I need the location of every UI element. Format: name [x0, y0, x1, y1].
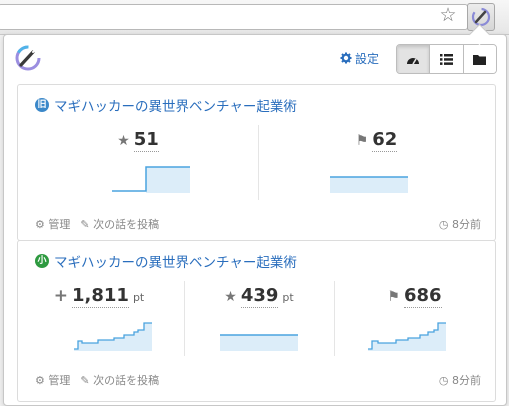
total-points[interactable]: 1,811: [72, 285, 129, 308]
bookmark-icon: ⚑: [355, 133, 369, 149]
star-icon: ★: [117, 133, 130, 149]
gear-icon: [340, 52, 352, 64]
clock-icon: ◷: [438, 218, 449, 231]
list-icon: [439, 53, 453, 65]
folder-view-button[interactable]: [463, 45, 496, 73]
time-label: 8分前: [452, 218, 481, 231]
post-next-label: 次の話を投稿: [93, 374, 160, 387]
favorites-sparkline: [112, 166, 190, 193]
novel-title: マギハッカーの異世界ベンチャー起業術: [54, 255, 297, 271]
browser-toolbar: ☆: [0, 0, 509, 35]
points-unit: pt: [132, 291, 145, 304]
bookmarks-metric: ⚑ 686: [334, 285, 495, 308]
bookmark-icon: ⚑: [387, 289, 400, 305]
extension-popup: 設定 旧 マギハッカーの異世界ベンチャー起業術 ★ 51 ⚑ 62 ⚙ 管理 ✎…: [3, 34, 507, 406]
plus-icon: +: [53, 286, 68, 306]
manage-label: 管理: [48, 374, 71, 387]
card-footer: ⚙ 管理 ✎ 次の話を投稿: [35, 372, 159, 388]
clock-icon: ◷: [438, 374, 449, 387]
dashboard-icon: [407, 58, 420, 65]
settings-link[interactable]: 設定: [340, 50, 379, 66]
rating-unit: pt: [282, 291, 294, 304]
novel-title-link[interactable]: 旧 マギハッカーの異世界ベンチャー起業術: [35, 95, 297, 115]
list-view-button[interactable]: [430, 45, 464, 73]
dashboard-view-button[interactable]: [397, 45, 431, 73]
bookmarks-count[interactable]: 62: [372, 129, 398, 152]
points-sparkline: [74, 322, 152, 351]
settings-label: 設定: [355, 51, 380, 66]
app-logo-icon: [15, 45, 41, 71]
post-next-link[interactable]: ✎ 次の話を投稿: [80, 216, 159, 232]
manage-link[interactable]: ⚙ 管理: [35, 216, 70, 232]
bookmark-star-icon[interactable]: ☆: [437, 4, 459, 26]
card-footer: ⚙ 管理 ✎ 次の話を投稿: [35, 216, 159, 232]
novel-title: マギハッカーの異世界ベンチャー起業術: [54, 99, 297, 115]
post-next-label: 次の話を投稿: [93, 218, 160, 231]
favorites-count[interactable]: 51: [133, 129, 159, 152]
favorites-metric: ★ 51: [18, 129, 258, 152]
rating-metric: ★ 439 pt: [184, 285, 334, 308]
address-bar[interactable]: [0, 4, 468, 30]
points-metric: + 1,811 pt: [18, 285, 180, 308]
site-badge-icon: 小: [35, 254, 49, 268]
rating-sparkline: [220, 334, 298, 351]
star-icon: ★: [224, 289, 237, 305]
folder-icon: [473, 54, 487, 65]
popup-header: 設定: [4, 35, 506, 81]
bookmarks-sparkline: [368, 322, 446, 351]
view-toggle-group: [396, 44, 497, 74]
updated-time: ◷ 8分前: [439, 372, 481, 388]
bookmarks-metric: ⚑ 62: [258, 129, 495, 152]
novel-title-link[interactable]: 小 マギハッカーの異世界ベンチャー起業術: [35, 251, 297, 271]
site-badge-icon: 旧: [35, 98, 49, 112]
updated-time: ◷ 8分前: [439, 216, 481, 232]
manage-link[interactable]: ⚙ 管理: [35, 372, 70, 388]
bookmarks-count[interactable]: 686: [403, 285, 442, 308]
novel-card: 旧 マギハッカーの異世界ベンチャー起業術 ★ 51 ⚑ 62 ⚙ 管理 ✎ 次の…: [17, 84, 496, 241]
time-label: 8分前: [452, 374, 481, 387]
rating-points[interactable]: 439: [240, 285, 279, 308]
novel-card: 小 マギハッカーの異世界ベンチャー起業術 + 1,811 pt ★ 439 pt: [17, 240, 496, 402]
bookmarks-sparkline: [330, 176, 408, 193]
post-next-link[interactable]: ✎ 次の話を投稿: [80, 372, 159, 388]
manage-label: 管理: [48, 218, 71, 231]
